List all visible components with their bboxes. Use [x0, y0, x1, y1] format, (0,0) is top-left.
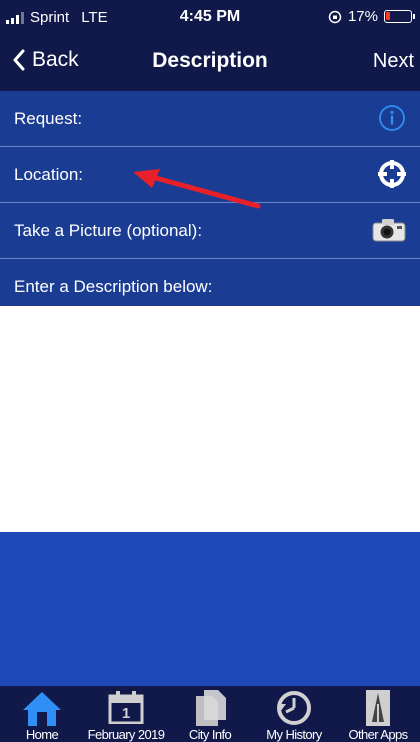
page-title: Description	[152, 49, 268, 72]
camera-icon[interactable]	[372, 218, 406, 247]
status-right: 17%	[328, 8, 415, 25]
history-icon	[252, 690, 336, 726]
tab-calendar[interactable]: 1 February 2019	[84, 686, 168, 742]
battery-icon	[384, 10, 415, 23]
documents-icon	[168, 690, 252, 726]
content-panel	[0, 532, 420, 687]
battery-level	[386, 12, 390, 20]
description-input[interactable]	[0, 306, 420, 532]
tower-icon	[336, 690, 420, 726]
calendar-day: 1	[121, 705, 131, 722]
tab-label: City Info	[188, 727, 232, 742]
picture-label: Take a Picture (optional):	[14, 221, 203, 240]
navigation-bar: Back Description Next	[0, 36, 420, 91]
tab-label: Other Apps	[348, 727, 408, 742]
tab-city-info[interactable]: City Info	[168, 686, 252, 742]
next-button[interactable]: Next	[373, 50, 414, 73]
status-bar: Sprint LTE 4:45 PM 17%	[0, 0, 420, 36]
tab-my-history[interactable]: My History	[252, 686, 336, 742]
tab-label: Home	[25, 727, 59, 742]
request-row[interactable]: Request:	[0, 91, 420, 147]
tab-other-apps[interactable]: Other Apps	[336, 686, 420, 742]
rotation-lock-icon	[328, 10, 342, 23]
description-prompt: Enter a Description below:	[14, 277, 213, 296]
location-label: Location:	[14, 165, 83, 184]
crosshair-icon[interactable]	[378, 160, 406, 193]
request-label: Request:	[14, 109, 83, 128]
tab-home[interactable]: Home	[0, 686, 84, 742]
battery-percent: 17%	[347, 8, 378, 25]
tab-label: February 2019	[87, 727, 165, 742]
tab-bar: Home 1 February 2019 City Info My Histor…	[0, 686, 420, 742]
annotation-arrow	[133, 169, 261, 209]
tab-label: My History	[266, 727, 322, 742]
info-icon[interactable]	[378, 104, 406, 137]
home-icon	[0, 690, 84, 726]
